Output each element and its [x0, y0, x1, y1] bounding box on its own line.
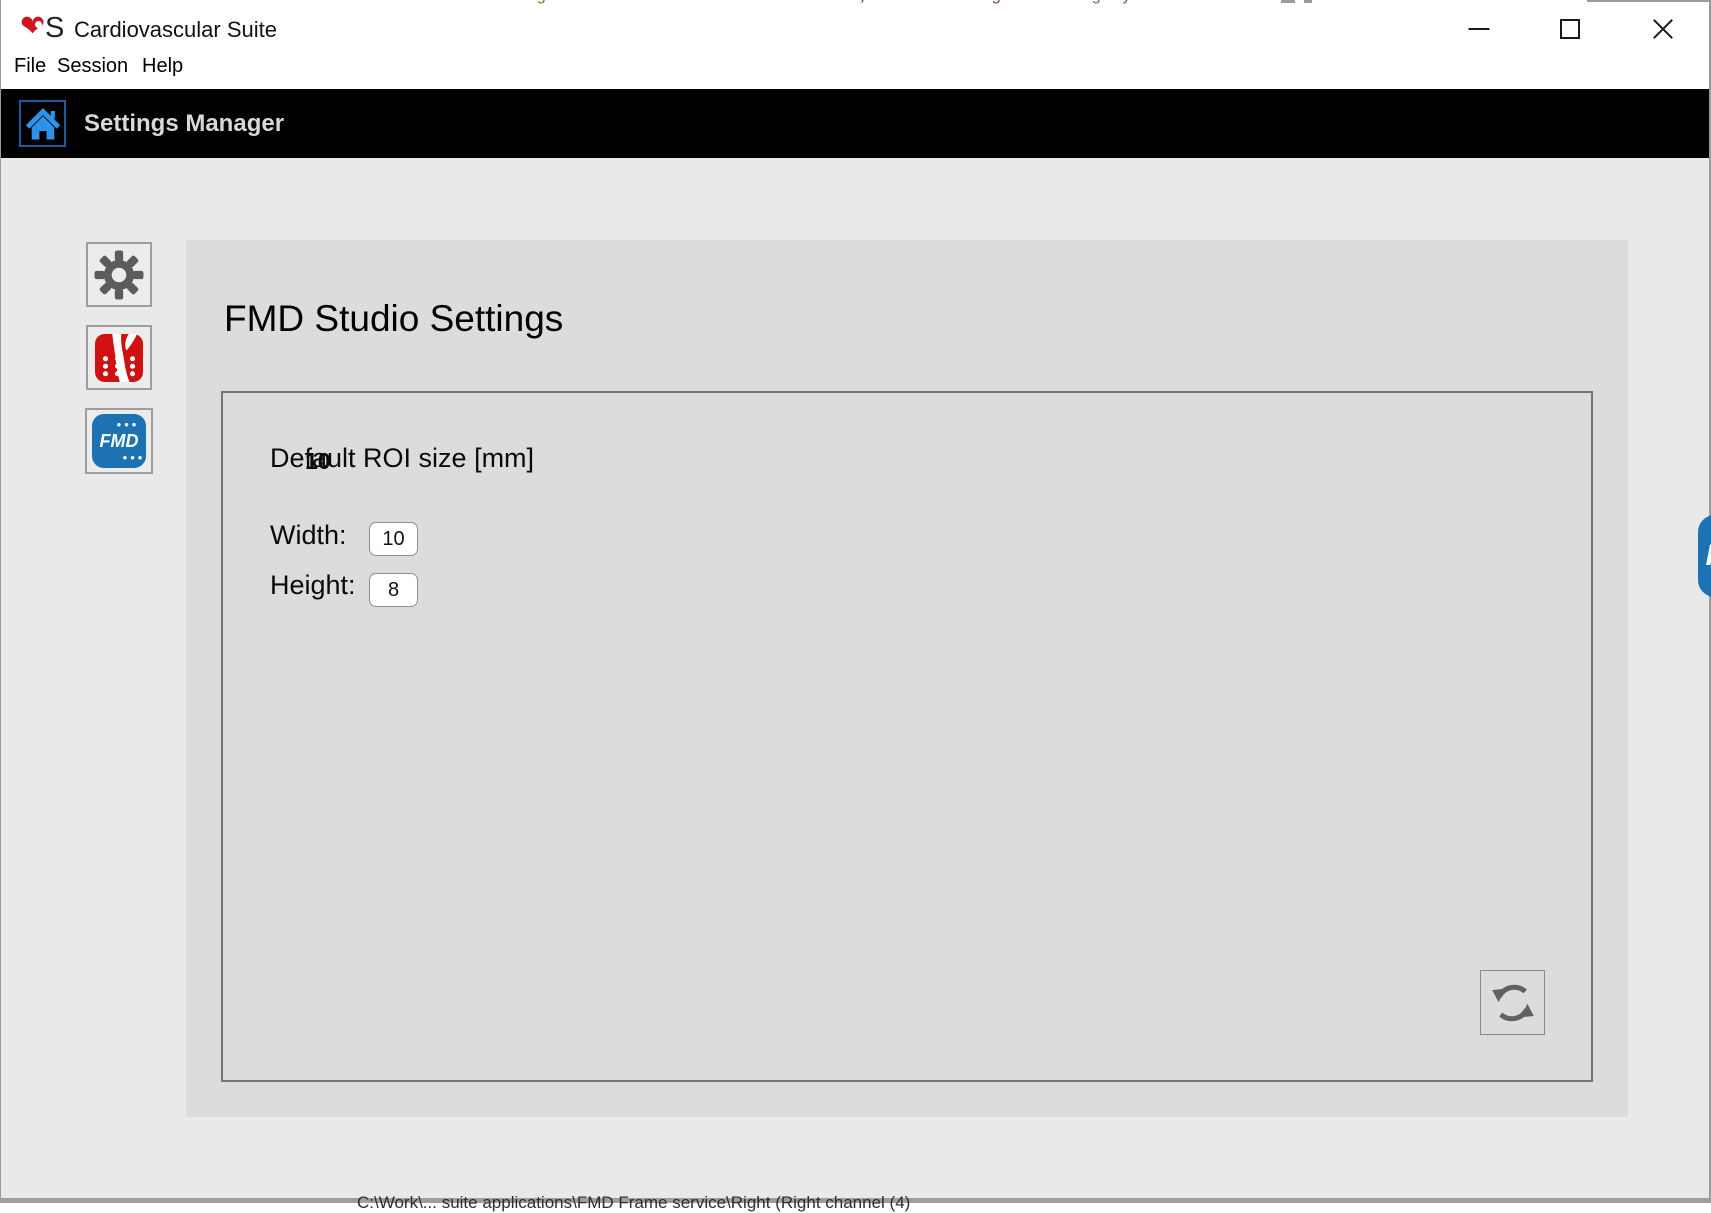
- refresh-button[interactable]: [1480, 970, 1545, 1035]
- fmd-icon: ••• FMD •••: [92, 414, 146, 468]
- clipped-background-text-top: gradient: color: tab-selector; color: fo…: [1, 0, 1709, 4]
- code-fragment: gradient: color:: [536, 0, 699, 4]
- home-icon: [24, 105, 62, 143]
- settings-panel: FMD Studio Settings ••• FMD ••• Default …: [186, 240, 1628, 1117]
- sidebar-item-general-settings[interactable]: [86, 242, 152, 307]
- refresh-icon: [1490, 980, 1536, 1026]
- menu-help[interactable]: Help: [142, 55, 183, 78]
- clipped-background-text-bottom: C:\Work\... suite applications\FMD Frame…: [357, 1193, 910, 1213]
- maximize-icon: [1560, 19, 1580, 39]
- width-input[interactable]: [369, 522, 418, 556]
- panel-title: FMD Studio Settings: [224, 298, 563, 340]
- close-button[interactable]: [1640, 8, 1686, 50]
- logo-letter: S: [45, 13, 64, 43]
- header-bar: Settings Manager: [1, 89, 1709, 158]
- roi-settings-group: Default ROI size [mm] 10 Width: Height:: [221, 391, 1593, 1082]
- heart-logo-icon: ❤: [20, 12, 45, 42]
- height-label: Height:: [270, 570, 356, 601]
- sidebar-item-vessel-studio[interactable]: [86, 325, 152, 390]
- fmd-logo-text: FMD: [100, 432, 139, 450]
- fmd-logo: ••• FMD •••: [1698, 515, 1711, 597]
- maximize-button[interactable]: [1547, 8, 1593, 50]
- app-title: Cardiovascular Suite: [74, 17, 277, 43]
- home-button[interactable]: [19, 100, 66, 147]
- fmd-logo-text: FMD: [1706, 541, 1711, 571]
- sidebar-item-fmd-studio[interactable]: ••• FMD •••: [85, 408, 153, 474]
- menu-file[interactable]: File: [14, 55, 46, 78]
- minimize-button[interactable]: [1456, 8, 1502, 50]
- gear-icon: [93, 249, 145, 301]
- minimize-icon: [1469, 28, 1490, 30]
- page-title: Settings Manager: [84, 89, 284, 158]
- roi-overlay-value: 10: [305, 448, 331, 475]
- menu-session[interactable]: Session: [57, 55, 128, 78]
- width-label: Width:: [270, 520, 347, 551]
- app-window: gradient: color: tab-selector; color: fo…: [0, 0, 1711, 1203]
- code-fragment: gray: [1091, 0, 1132, 4]
- vessel-icon: [95, 334, 143, 382]
- fmd-dots: •••: [117, 418, 140, 431]
- titlebar: ❤ S Cardiovascular Suite: [1, 0, 1709, 89]
- height-input[interactable]: [369, 573, 418, 607]
- code-fragment: tab-selector; color: foreground:: [736, 0, 1062, 4]
- fmd-dots: •••: [123, 451, 146, 464]
